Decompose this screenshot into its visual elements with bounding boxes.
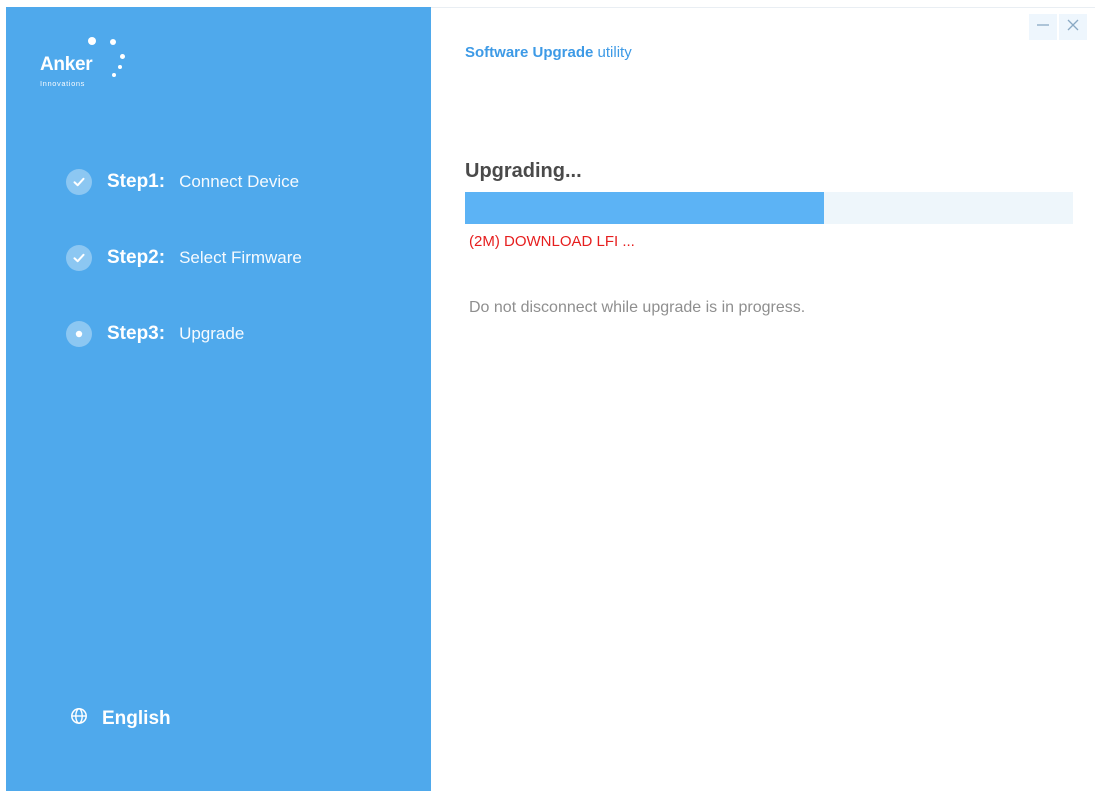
logo-dot	[118, 65, 122, 69]
language-label: English	[102, 707, 171, 729]
check-icon	[66, 245, 92, 271]
upgrade-window: Anker Innovations Step1: Connect Device …	[0, 0, 1095, 791]
sidebar: Anker Innovations Step1: Connect Device …	[6, 7, 431, 791]
check-icon	[66, 169, 92, 195]
brand-name: Anker	[40, 54, 93, 75]
close-icon	[1065, 17, 1081, 38]
app-title-rest: utility	[597, 44, 632, 61]
close-button[interactable]	[1059, 14, 1087, 40]
globe-icon	[70, 707, 88, 730]
minimize-button[interactable]	[1029, 14, 1057, 40]
step-select-firmware: Step2: Select Firmware	[66, 243, 406, 273]
current-step-dot-icon	[66, 321, 92, 347]
step-label: Upgrade	[179, 324, 245, 343]
logo-dot	[110, 39, 116, 45]
language-selector[interactable]: English	[70, 707, 171, 730]
logo-dot	[112, 73, 116, 77]
main-panel: Software Upgrade utility Upgrading... (2…	[431, 7, 1095, 791]
window-controls	[1027, 14, 1087, 40]
step-number: Step3:	[107, 323, 166, 344]
step-connect-device: Step1: Connect Device	[66, 167, 406, 197]
step-label: Connect Device	[179, 172, 300, 191]
app-title-bold: Software Upgrade	[465, 44, 594, 61]
step-number: Step1:	[107, 171, 166, 192]
minimize-icon	[1035, 17, 1051, 38]
status-title: Upgrading...	[465, 160, 582, 182]
step-upgrade: Step3: Upgrade	[66, 319, 406, 349]
app-title: Software Upgrade utility	[465, 44, 632, 61]
step-number: Step2:	[107, 247, 166, 268]
progress-bar-fill	[465, 192, 824, 224]
step-label: Select Firmware	[179, 248, 302, 267]
logo-dot	[88, 37, 96, 45]
disconnect-warning: Do not disconnect while upgrade is in pr…	[469, 299, 806, 316]
brand-tagline: Innovations	[40, 79, 85, 88]
anker-logo: Anker Innovations	[40, 37, 140, 97]
progress-bar	[465, 192, 1073, 224]
logo-dot	[120, 54, 125, 59]
progress-message: (2M) DOWNLOAD LFI ...	[469, 233, 635, 250]
